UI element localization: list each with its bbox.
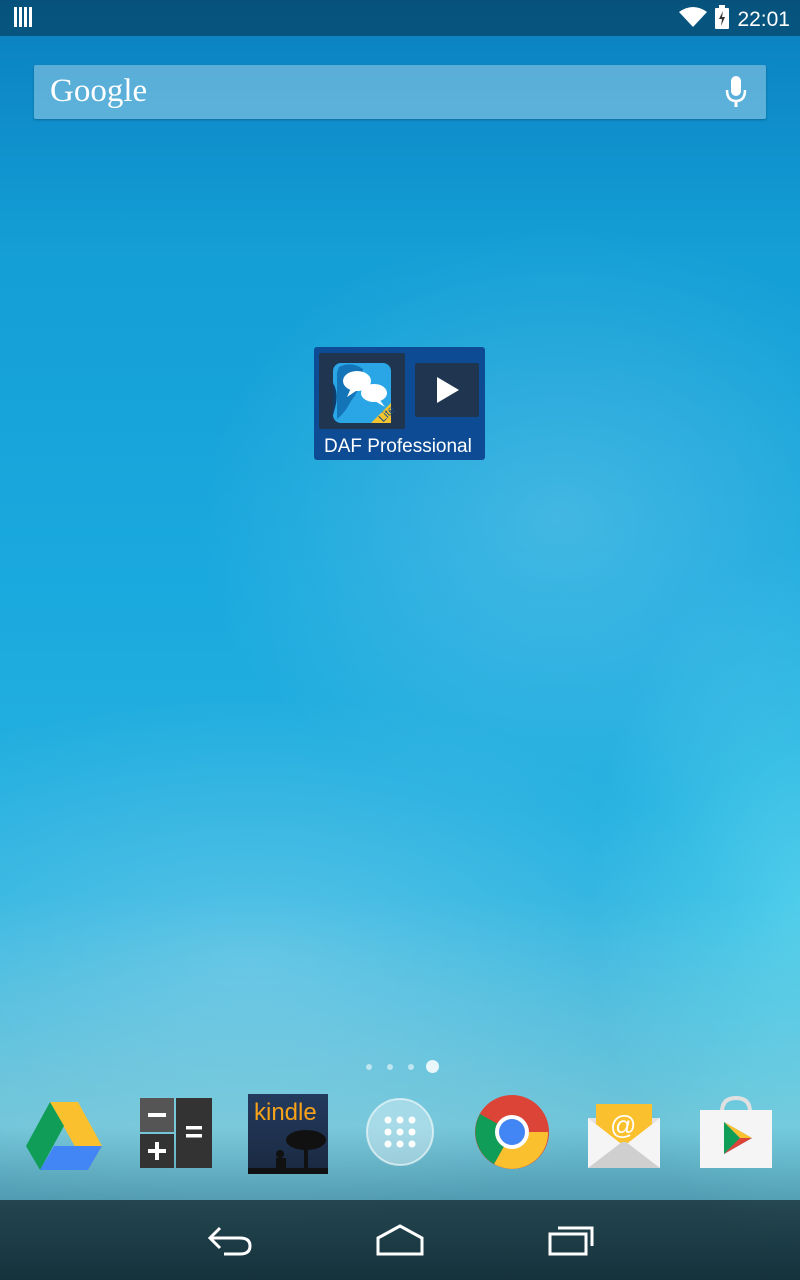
notification-bars-icon (14, 7, 32, 32)
calculator-icon[interactable] (136, 1094, 220, 1178)
battery-icon (715, 5, 730, 34)
back-button[interactable] (206, 1222, 254, 1263)
kindle-label: kindle (254, 1099, 317, 1126)
email-icon[interactable]: @ (582, 1094, 666, 1178)
page-dot (366, 1064, 372, 1070)
play-icon[interactable] (415, 363, 479, 417)
page-indicator (360, 1058, 450, 1078)
mic-icon[interactable] (724, 76, 748, 113)
all-apps-button[interactable] (358, 1094, 442, 1178)
daf-app-icon[interactable]: Lite (319, 353, 405, 429)
home-button[interactable] (374, 1222, 426, 1263)
page-dot-active (426, 1060, 439, 1073)
recents-button[interactable] (546, 1222, 598, 1263)
page-dot (408, 1064, 414, 1070)
daf-professional-widget[interactable]: Lite DAF Professional (314, 347, 485, 460)
widget-label: DAF Professional (324, 436, 472, 457)
kindle-icon[interactable]: kindle (246, 1094, 330, 1178)
chrome-icon[interactable] (470, 1094, 554, 1178)
google-search-bar[interactable]: Google (34, 65, 766, 119)
status-time: 22:01 (737, 7, 790, 31)
navigation-bar (0, 1200, 800, 1280)
play-store-icon[interactable] (694, 1094, 778, 1178)
wifi-icon (679, 6, 708, 33)
drive-icon[interactable] (22, 1094, 106, 1178)
status-bar: 22:01 (0, 0, 800, 36)
google-logo: Google (50, 73, 148, 109)
svg-text:@: @ (610, 1110, 636, 1140)
page-dot (387, 1064, 393, 1070)
